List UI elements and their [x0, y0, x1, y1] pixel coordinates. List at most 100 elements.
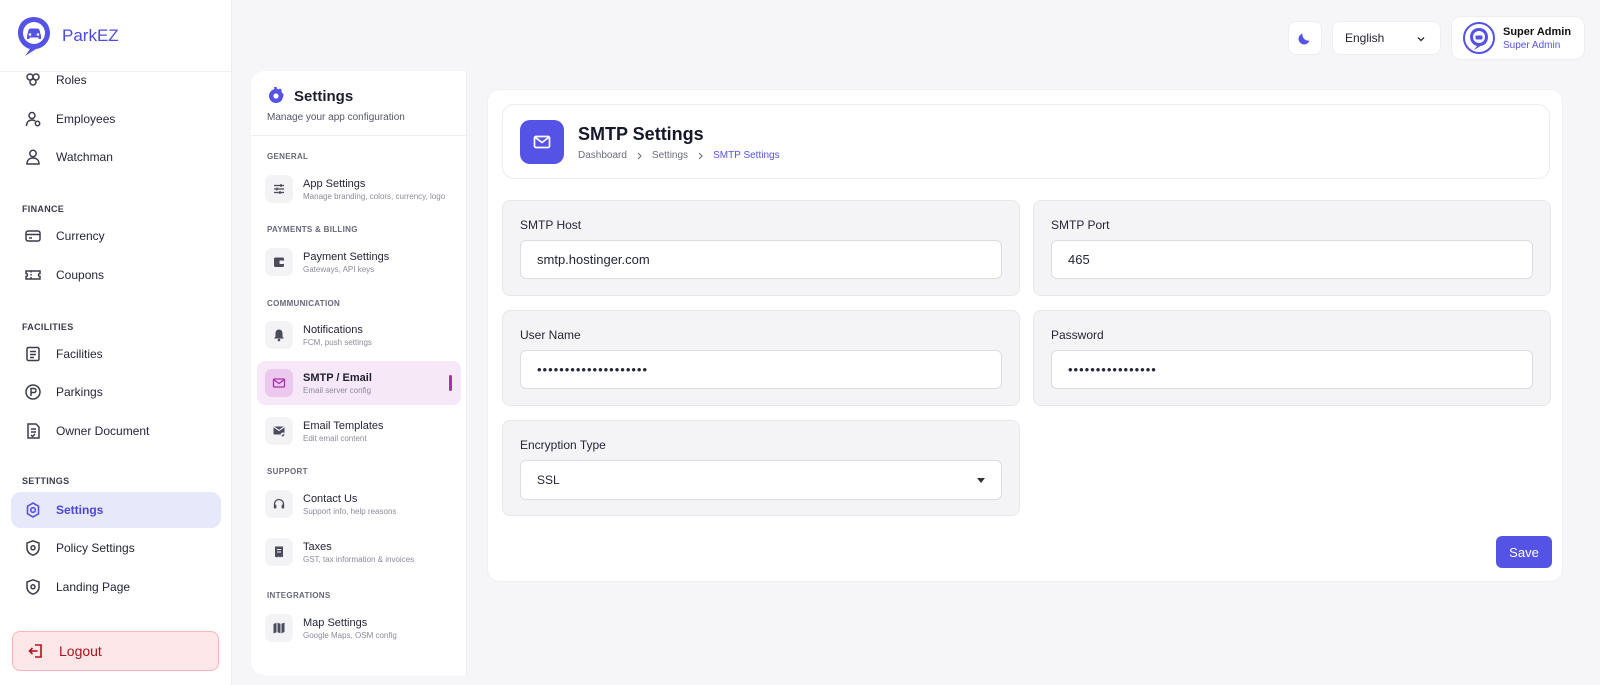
document-icon — [24, 422, 42, 440]
smtp-host-label: SMTP Host — [520, 218, 582, 232]
settings-item-contact-us[interactable]: Contact Us Support info, help reasons — [257, 482, 461, 526]
shield-icon — [24, 578, 42, 596]
breadcrumb-link-settings[interactable]: Settings — [652, 150, 688, 161]
section-label-facilities: FACILITIES — [22, 322, 74, 332]
breadcrumb-link-dashboard[interactable]: Dashboard — [578, 150, 627, 161]
group-label-support: SUPPORT — [267, 467, 308, 476]
sliders-icon — [265, 175, 293, 203]
headset-icon — [265, 490, 293, 518]
map-icon — [265, 614, 293, 642]
password-label: Password — [1051, 328, 1104, 342]
language-select[interactable]: English — [1332, 21, 1441, 55]
settings-item-desc: Gateways, API keys — [303, 264, 375, 274]
settings-item-title: Contact Us — [303, 492, 358, 505]
sidebar-item-facilities[interactable]: Facilities — [11, 336, 221, 372]
parkez-logo-icon — [16, 15, 52, 57]
sidebar-item-settings[interactable]: Settings — [11, 492, 221, 528]
mail-icon — [520, 120, 564, 164]
sidebar-item-watchman[interactable]: Watchman — [11, 139, 221, 175]
group-label-integrations: INTEGRATIONS — [267, 591, 331, 600]
page-header: SMTP Settings Dashboard Settings SMTP Se… — [502, 104, 1550, 179]
encryption-type-group: Encryption Type SSL — [502, 420, 1020, 516]
settings-item-smtp-email[interactable]: SMTP / Email Email server config — [257, 361, 461, 405]
user-name-label: User Name — [520, 328, 581, 342]
user-icon — [24, 148, 42, 166]
password-group: Password — [1033, 310, 1551, 406]
group-label-general: GENERAL — [267, 152, 309, 161]
settings-menu-title: Settings — [267, 87, 353, 105]
settings-item-notifications[interactable]: Notifications FCM, push settings — [257, 313, 461, 357]
bell-icon — [265, 321, 293, 349]
shield-icon — [24, 539, 42, 557]
settings-item-title: Map Settings — [303, 616, 368, 629]
settings-item-map-settings[interactable]: Map Settings Google Maps, OSM config — [257, 606, 461, 650]
section-label-settings: SETTINGS — [22, 476, 70, 486]
settings-item-taxes[interactable]: Taxes GST, tax information & invoices — [257, 530, 461, 574]
sidebar-item-landing-page[interactable]: Landing Page — [11, 569, 221, 605]
chevron-right-icon — [697, 152, 704, 160]
settings-menu-heading: Settings — [294, 87, 354, 105]
smtp-host-input[interactable] — [520, 240, 1002, 279]
encryption-type-select[interactable]: SSL — [520, 460, 1002, 500]
gear-icon — [267, 87, 285, 105]
divider — [251, 135, 466, 136]
sidebar-item-label: Landing Page — [56, 580, 131, 594]
password-input[interactable] — [1051, 350, 1533, 389]
save-button[interactable]: Save — [1496, 536, 1552, 568]
sidebar-item-label: Facilities — [56, 347, 103, 361]
user-menu[interactable]: Super Admin Super Admin — [1451, 16, 1585, 60]
card-icon — [24, 227, 42, 245]
caret-down-icon — [977, 478, 985, 483]
sidebar-item-owner-document[interactable]: Owner Document — [11, 413, 221, 449]
smtp-host-group: SMTP Host — [502, 200, 1020, 296]
settings-item-desc: Email server config — [303, 385, 372, 395]
settings-item-desc: Google Maps, OSM config — [303, 630, 397, 640]
smtp-port-group: SMTP Port — [1033, 200, 1551, 296]
user-name-group: User Name — [502, 310, 1020, 406]
settings-item-title: Payment Settings — [303, 250, 390, 263]
sidebar-item-policy-settings[interactable]: Policy Settings — [11, 530, 221, 566]
logout-icon — [27, 642, 45, 660]
theme-toggle-button[interactable] — [1288, 21, 1322, 55]
sidebar-item-label: Watchman — [56, 150, 113, 164]
user-name: Super Admin — [1503, 25, 1572, 38]
sidebar-item-label: Coupons — [56, 268, 105, 282]
mail-check-icon — [265, 417, 293, 445]
settings-item-payment-settings[interactable]: Payment Settings Gateways, API keys — [257, 240, 461, 284]
ticket-icon — [24, 266, 42, 284]
settings-item-desc: Edit email content — [303, 433, 367, 443]
avatar — [1463, 22, 1495, 54]
sidebar-item-roles[interactable]: Roles — [11, 62, 221, 98]
brand[interactable]: ParkEZ — [16, 15, 119, 57]
logout-button[interactable]: Logout — [12, 631, 219, 671]
sidebar-item-currency[interactable]: Currency — [11, 218, 221, 254]
language-value: English — [1345, 31, 1385, 45]
user-name-input[interactable] — [520, 350, 1002, 389]
settings-item-desc: Manage branding, colors, currency, logo — [303, 191, 446, 201]
settings-item-app-settings[interactable]: App Settings Manage branding, colors, cu… — [257, 167, 461, 211]
breadcrumb: Dashboard Settings SMTP Settings — [578, 150, 780, 161]
settings-item-title: App Settings — [303, 177, 366, 190]
list-icon — [24, 345, 42, 363]
section-label-finance: FINANCE — [22, 204, 65, 214]
sidebar-item-coupons[interactable]: Coupons — [11, 257, 221, 293]
mail-icon — [265, 369, 293, 397]
encryption-type-label: Encryption Type — [520, 438, 606, 452]
group-label-communication: COMMUNICATION — [267, 299, 341, 308]
sidebar-item-employees[interactable]: Employees — [11, 101, 221, 137]
sidebar-item-label: Parkings — [56, 385, 103, 399]
sidebar-item-label: Roles — [56, 73, 87, 87]
sidebar-item-label: Settings — [56, 503, 104, 517]
page-title: SMTP Settings — [578, 124, 704, 144]
settings-item-title: SMTP / Email — [303, 371, 372, 384]
moon-icon — [1297, 30, 1313, 46]
settings-menu: Settings Manage your app configuration G… — [251, 71, 467, 675]
settings-item-title: Email Templates — [303, 419, 384, 432]
employees-icon — [24, 110, 42, 128]
brand-name: ParkEZ — [62, 26, 119, 45]
settings-item-email-templates[interactable]: Email Templates Edit email content — [257, 409, 461, 453]
sidebar-item-label: Employees — [56, 112, 116, 126]
user-role: Super Admin — [1503, 39, 1561, 51]
smtp-port-input[interactable] — [1051, 240, 1533, 279]
sidebar-item-parkings[interactable]: Parkings — [11, 374, 221, 410]
